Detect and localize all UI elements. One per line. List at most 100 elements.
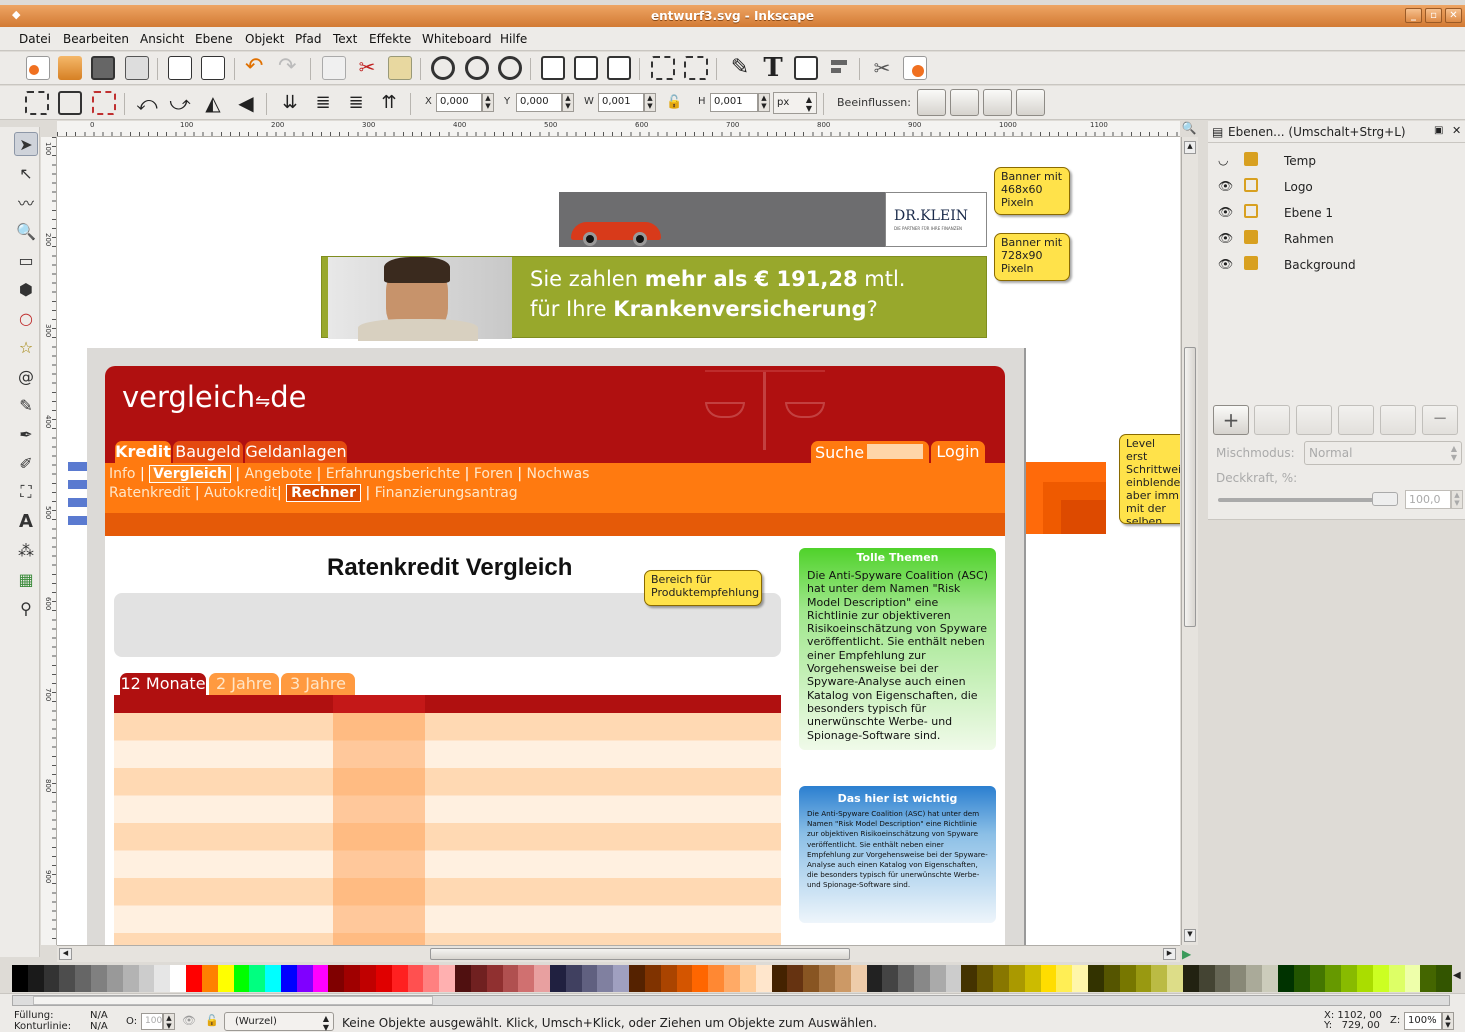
color-swatch[interactable] [217,965,235,992]
color-swatch[interactable] [1056,965,1073,992]
subnav-finanzierungsantrag[interactable]: Finanzierungsantrag [375,485,518,501]
color-swatch[interactable] [644,965,662,992]
color-swatch[interactable] [708,965,725,992]
color-swatch[interactable] [819,965,836,992]
color-swatch[interactable] [1151,965,1168,992]
layer-visibility-icon[interactable]: 👁 [182,1014,196,1027]
duplicate-icon[interactable] [322,56,346,80]
color-swatch[interactable] [581,965,598,992]
node-bbox-icon[interactable] [684,56,708,80]
color-swatch[interactable] [233,965,250,992]
close-button[interactable]: ✕ [1445,8,1462,23]
select-all-layers-icon[interactable] [58,91,82,115]
spray-tool-icon[interactable]: ⁂ [14,538,38,562]
lower-layer-button[interactable] [1338,405,1374,435]
subnav-ratenkredit[interactable]: Ratenkredit [109,485,190,501]
color-swatch[interactable] [1008,965,1026,992]
raise-layer-button[interactable] [1296,405,1332,435]
nav-tab-kredit[interactable]: Kredit [115,441,171,463]
nav-tab-geldanlagen[interactable]: Geldanlagen [245,441,347,463]
color-swatch[interactable] [977,965,994,992]
tab-3-jahre[interactable]: 3 Jahre [281,673,355,695]
callout-level[interactable]: Level erst Schrittwei einblende aber imm… [1119,434,1180,524]
eye-open-icon[interactable]: 👁 [1218,205,1233,219]
color-swatch[interactable] [597,965,614,992]
opacity-status-stepper[interactable]: ▲ ▼ [163,1013,175,1030]
opacity-status-field[interactable]: 100 [141,1013,163,1030]
preferences-icon[interactable]: ✂ [870,56,894,80]
color-swatch[interactable] [929,965,947,992]
color-swatch[interactable] [660,965,678,992]
layer-row-logo[interactable]: 👁 Logo [1216,175,1461,199]
select-bbox-icon[interactable] [651,56,675,80]
y-stepper[interactable]: ▲ ▼ [562,93,574,112]
callout-banner-468[interactable]: Banner mit 468x60 Pixeln [994,167,1070,215]
xml-editor-icon[interactable] [794,56,818,80]
scroll-up-arrow-icon[interactable]: ▲ [1184,141,1196,154]
color-swatch[interactable] [945,965,962,992]
color-swatch[interactable] [138,965,155,992]
opacity-field[interactable]: 100,0 [1405,490,1451,509]
login-tab[interactable]: Login [931,441,985,463]
lock-ratio-icon[interactable]: 🔓 [666,95,682,110]
color-swatch[interactable] [470,965,488,992]
eye-open-icon[interactable]: 👁 [1218,257,1233,271]
import-icon[interactable] [168,56,192,80]
undo-icon[interactable]: ↶ [245,56,269,80]
color-swatch[interactable] [391,965,409,992]
color-swatch[interactable] [692,965,709,992]
palette-scrollbar[interactable] [12,995,1450,1006]
color-swatch[interactable] [43,965,60,992]
w-stepper[interactable]: ▲ ▼ [644,93,656,112]
color-swatch[interactable] [518,965,535,992]
calligraphy-tool-icon[interactable]: ✐ [14,451,38,475]
color-swatch[interactable] [360,965,377,992]
save-icon[interactable] [91,56,115,80]
dropper-tool-icon[interactable]: ⚲ [14,596,38,620]
lock-closed-icon[interactable] [1244,256,1258,270]
subnav-rechner[interactable]: Rechner [286,484,362,502]
export-icon[interactable] [201,56,225,80]
tweak-tool-icon[interactable]: 〰 [14,190,38,214]
subnav-nochwas[interactable]: Nochwas [527,466,590,482]
color-swatch[interactable] [1357,965,1374,992]
color-swatch[interactable] [1325,965,1342,992]
color-swatch[interactable] [455,965,472,992]
color-swatch[interactable] [1372,965,1390,992]
blend-mode-select[interactable]: Normal ▲ ▼ [1304,441,1462,465]
text-font-icon[interactable]: T [761,54,785,82]
unit-select[interactable]: px ▲ ▼ [773,92,817,114]
scroll-right-arrow-icon[interactable]: ▶ [1163,948,1176,960]
color-swatch[interactable] [1167,965,1184,992]
affect-gradient-button[interactable] [983,89,1012,116]
callout-banner-728[interactable]: Banner mit 728x90 Pixeln [994,233,1070,281]
color-swatch[interactable] [486,965,504,992]
subnav-vergleich[interactable]: Vergleich [149,465,231,483]
lock-closed-icon[interactable] [1244,230,1258,244]
menu-bearbeiten[interactable]: Bearbeiten [63,32,129,46]
h-stepper[interactable]: ▲ ▼ [758,93,770,112]
lower-icon[interactable]: ≣ [344,91,368,115]
horizontal-scrollbar[interactable]: ◀ ▶ [57,945,1180,962]
color-management-icon[interactable]: ▶ [1182,947,1196,961]
affect-stroke-button[interactable] [917,89,946,116]
menu-text[interactable]: Text [333,32,357,46]
redo-icon[interactable]: ↷ [278,56,302,80]
y-field[interactable]: 0,000 [516,93,562,112]
ellipse-tool-icon[interactable]: ○ [14,306,38,330]
menu-whiteboard[interactable]: Whiteboard [422,32,492,46]
color-swatch[interactable] [59,965,76,992]
zoom-page-icon[interactable] [498,56,522,80]
color-swatch[interactable] [265,965,282,992]
menu-effekte[interactable]: Effekte [369,32,411,46]
subnav-info[interactable]: Info [109,466,136,482]
eye-open-icon[interactable]: 👁 [1218,231,1233,245]
subnav-angebote[interactable]: Angebote [245,466,313,482]
x-stepper[interactable]: ▲ ▼ [482,93,494,112]
paint-bucket-tool-icon[interactable]: ⛶ [14,480,38,504]
subnav-autokredit[interactable]: Autokredit [204,485,277,501]
color-swatch[interactable] [12,965,29,992]
paste-icon[interactable] [388,56,412,80]
color-swatch[interactable] [344,965,361,992]
color-swatch[interactable] [1293,965,1311,992]
